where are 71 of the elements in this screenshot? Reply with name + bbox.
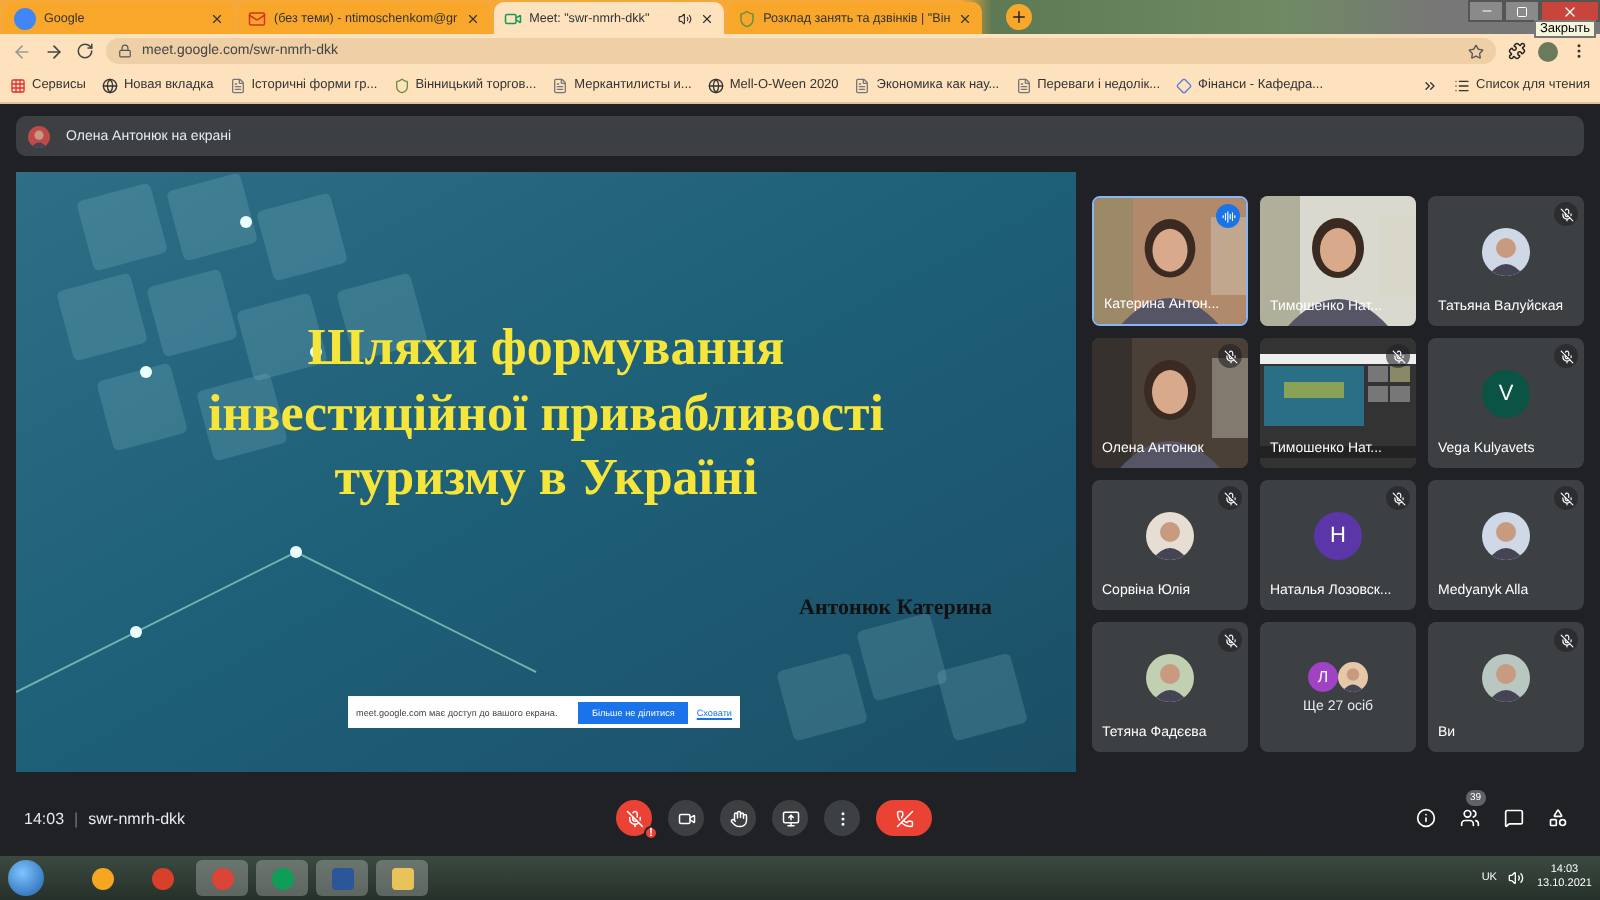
app-icon <box>151 867 173 889</box>
slide-title: Шляхи формування інвестиційної привабливості туризму в Україні <box>207 316 885 510</box>
new-tab-button[interactable] <box>1006 4 1033 30</box>
avatar <box>28 125 50 147</box>
lock-icon <box>118 44 132 58</box>
crest-icon <box>393 77 410 93</box>
avatar-letter: V <box>1482 369 1530 417</box>
list-icon <box>1454 77 1470 93</box>
close-icon[interactable] <box>465 11 480 25</box>
hand-icon <box>729 809 747 827</box>
maximize-button[interactable] <box>1504 0 1540 22</box>
avatar <box>1482 511 1530 559</box>
apps-icon <box>10 77 26 93</box>
minimize-button[interactable] <box>1468 0 1504 22</box>
profile-avatar[interactable] <box>1538 41 1558 61</box>
meeting-code: swr-nmrh-dkk <box>88 809 186 827</box>
avatar <box>1338 661 1368 691</box>
chat-button[interactable] <box>1504 808 1524 828</box>
avatar <box>1146 511 1194 559</box>
hang-up-icon <box>895 809 913 827</box>
maximize-icon <box>1516 5 1528 17</box>
avatar <box>1482 227 1530 275</box>
separator: | <box>74 809 79 827</box>
camera-button[interactable] <box>668 800 704 836</box>
people-button[interactable] <box>1460 808 1480 828</box>
minimize-icon <box>1479 4 1493 18</box>
taskbar-app[interactable] <box>376 860 428 896</box>
start-button[interactable] <box>8 860 44 896</box>
more-bookmarks-icon[interactable] <box>1422 77 1438 93</box>
raise-hand-button[interactable] <box>720 800 756 836</box>
close-icon[interactable] <box>210 11 224 25</box>
forward-icon[interactable] <box>44 41 64 61</box>
video-icon <box>503 9 522 27</box>
avatar-letter: Л <box>1308 661 1338 691</box>
page-icon <box>229 77 246 93</box>
page-icon <box>552 77 569 93</box>
extension-icon[interactable] <box>1508 42 1526 60</box>
more-options-button[interactable] <box>824 800 860 836</box>
volume-icon[interactable] <box>1508 870 1525 886</box>
reload-icon[interactable] <box>76 42 94 60</box>
mail-icon <box>248 9 266 27</box>
page-icon <box>854 77 871 93</box>
app-icon <box>211 867 233 889</box>
app-icon <box>271 867 293 889</box>
close-icon <box>1562 3 1578 19</box>
app-icon <box>331 867 353 889</box>
mic-off-icon <box>625 809 643 827</box>
close-icon[interactable] <box>958 11 973 25</box>
google-icon <box>14 7 36 29</box>
activities-button[interactable] <box>1548 808 1568 828</box>
present-button[interactable] <box>772 800 808 836</box>
close-icon[interactable] <box>699 11 714 25</box>
meeting-time: 14:03 <box>24 809 65 827</box>
close-button[interactable] <box>1540 0 1600 22</box>
leave-call-button[interactable] <box>876 800 932 836</box>
crest-icon <box>737 9 756 27</box>
avatar-letter: Н <box>1314 511 1362 559</box>
diamond-icon <box>1176 77 1193 93</box>
info-button[interactable] <box>1416 808 1436 828</box>
avatar <box>1482 653 1530 701</box>
slide-author: Антонюк Катерина <box>799 595 992 619</box>
page-icon <box>1015 77 1032 93</box>
star-icon[interactable] <box>1468 43 1484 59</box>
camera-icon <box>677 809 695 827</box>
globe-icon <box>101 77 118 93</box>
avatar <box>1146 653 1194 701</box>
plus-icon <box>1010 8 1029 26</box>
globe-icon <box>707 77 724 93</box>
app-icon <box>391 867 413 889</box>
present-icon <box>781 809 799 827</box>
app-icon <box>91 867 113 889</box>
